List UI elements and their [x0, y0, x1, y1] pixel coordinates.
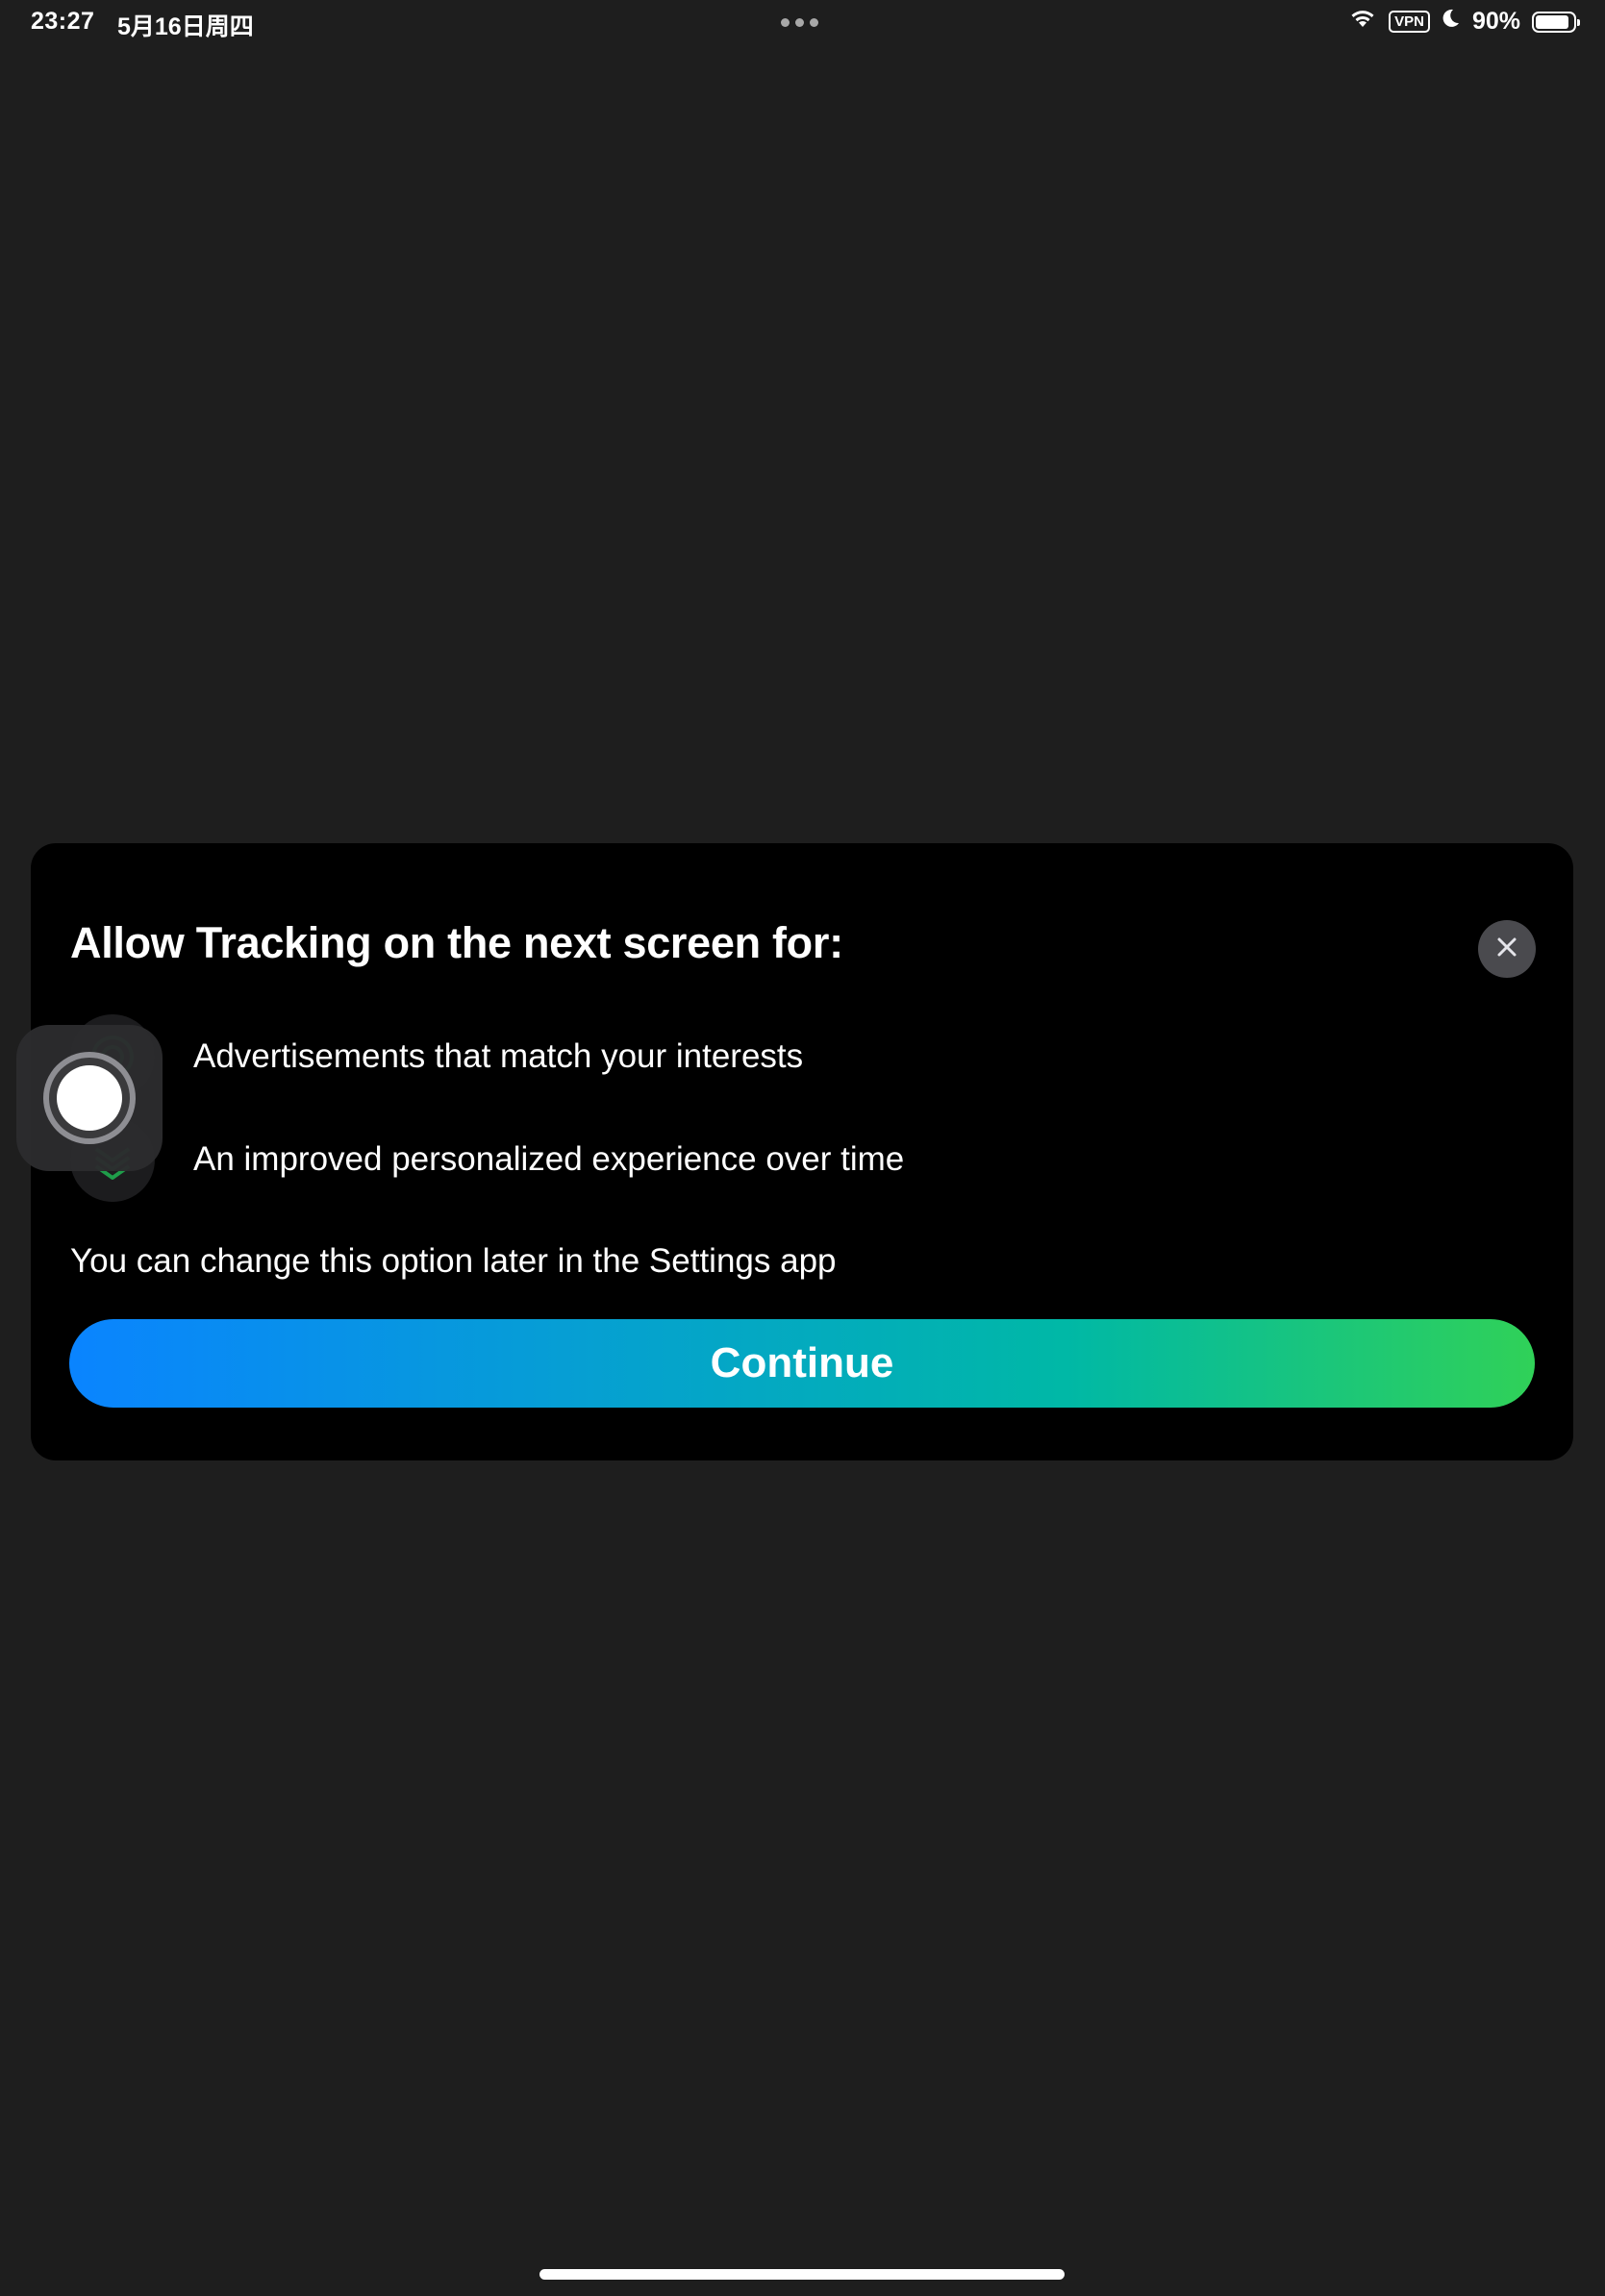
status-indicators: VPN 90%	[1348, 8, 1580, 36]
feature-item-ads: Advertisements that match your interests	[70, 1014, 803, 1099]
tracking-prompt-card: Allow Tracking on the next screen for: A…	[31, 843, 1573, 1460]
wifi-icon	[1348, 8, 1377, 36]
status-date: 5月16日周四	[117, 13, 254, 40]
assistive-touch-button[interactable]	[16, 1025, 163, 1171]
close-icon	[1495, 936, 1518, 963]
screen: 23:27 5月16日周四 VPN 90% Allow Tracking on …	[0, 0, 1605, 2296]
battery-percent: 90%	[1471, 8, 1520, 35]
close-button[interactable]	[1478, 920, 1536, 978]
card-title: Allow Tracking on the next screen for:	[70, 918, 843, 967]
continue-button[interactable]: Continue	[69, 1319, 1535, 1408]
assistive-touch-icon	[43, 1052, 136, 1144]
home-indicator[interactable]	[539, 2269, 1065, 2280]
feature-text: Advertisements that match your interests	[193, 1037, 804, 1075]
moon-icon	[1442, 8, 1461, 36]
multitasking-dots-icon[interactable]	[781, 18, 818, 27]
battery-level	[1536, 14, 1568, 29]
status-time: 23:27	[31, 8, 95, 35]
battery-icon	[1532, 11, 1580, 33]
status-bar: 23:27 5月16日周四 VPN 90%	[0, 0, 1605, 46]
vpn-badge: VPN	[1389, 11, 1430, 33]
feature-text: An improved personalized experience over…	[193, 1140, 905, 1178]
feature-item-personalized: An improved personalized experience over…	[70, 1117, 904, 1202]
settings-note: You can change this option later in the …	[70, 1242, 837, 1280]
